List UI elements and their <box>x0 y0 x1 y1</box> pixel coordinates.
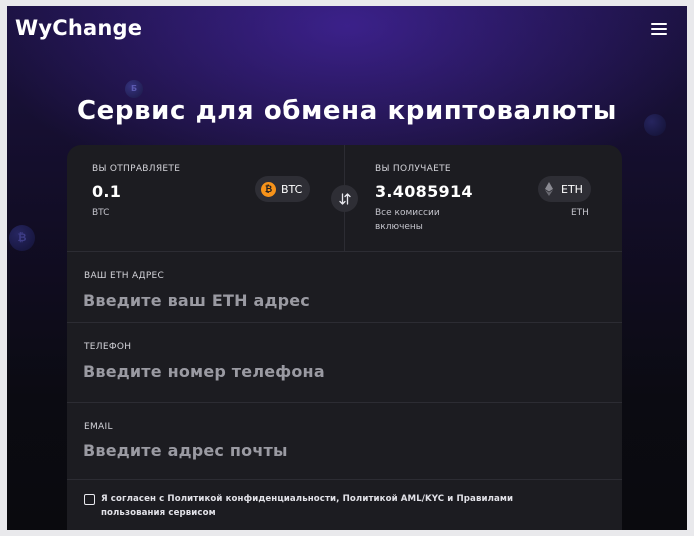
receive-coin-selector[interactable]: ETH <box>538 176 591 202</box>
swap-direction-button[interactable] <box>331 185 358 212</box>
decorative-bitcoin-icon: ₿ <box>9 225 35 251</box>
send-currency-code: BTC <box>92 208 110 218</box>
fees-note: Все комиссии включены <box>375 206 440 234</box>
divider <box>67 322 622 323</box>
receive-currency-code: ETH <box>571 208 589 218</box>
fees-note-line1: Все комиссии <box>375 208 440 218</box>
divider <box>67 251 622 252</box>
send-label: ВЫ ОТПРАВЛЯЕТЕ <box>92 164 181 174</box>
eth-address-input[interactable] <box>83 288 583 312</box>
hamburger-menu-icon[interactable] <box>651 22 667 36</box>
email-input[interactable] <box>83 438 583 462</box>
email-label: EMAIL <box>84 422 113 432</box>
send-amount-input[interactable]: 0.1 <box>92 182 121 201</box>
top-bar: WyChange <box>7 6 687 56</box>
receive-label: ВЫ ПОЛУЧАЕТЕ <box>375 164 451 174</box>
receive-coin-label: ETH <box>561 182 583 196</box>
send-coin-selector[interactable]: ₿ BTC <box>255 176 311 202</box>
page: WyChange Б ₿ Сервис для обмена криптовал… <box>7 6 687 530</box>
fees-note-line2: включены <box>375 222 423 232</box>
send-coin-label: BTC <box>281 182 303 196</box>
swap-arrows-icon <box>338 192 351 205</box>
phone-label: ТЕЛЕФОН <box>84 342 132 352</box>
exchange-form-card: ВЫ ОТПРАВЛЯЕТЕ 0.1 BTC ₿ BTC ВЫ ПОЛУЧАЕТ… <box>67 145 622 530</box>
phone-input[interactable] <box>83 359 583 383</box>
consent-checkbox[interactable] <box>84 494 95 505</box>
consent-text-line1: Я согласен с Политикой конфиденциальност… <box>101 494 514 504</box>
ethereum-icon <box>544 182 554 197</box>
divider <box>67 479 622 480</box>
page-title: Сервис для обмена криптовалюты <box>77 96 617 126</box>
bitcoin-icon: ₿ <box>261 181 276 197</box>
logo[interactable]: WyChange <box>15 16 142 40</box>
consent-text: Я согласен с Политикой конфиденциальност… <box>101 492 513 520</box>
consent-text-line2: пользования сервисом <box>101 508 216 518</box>
consent-row: Я согласен с Политикой конфиденциальност… <box>84 492 584 520</box>
receive-amount: 3.4085914 <box>375 182 473 201</box>
divider <box>67 402 622 403</box>
eth-address-label: ВАШ ETH АДРЕС <box>84 271 165 281</box>
